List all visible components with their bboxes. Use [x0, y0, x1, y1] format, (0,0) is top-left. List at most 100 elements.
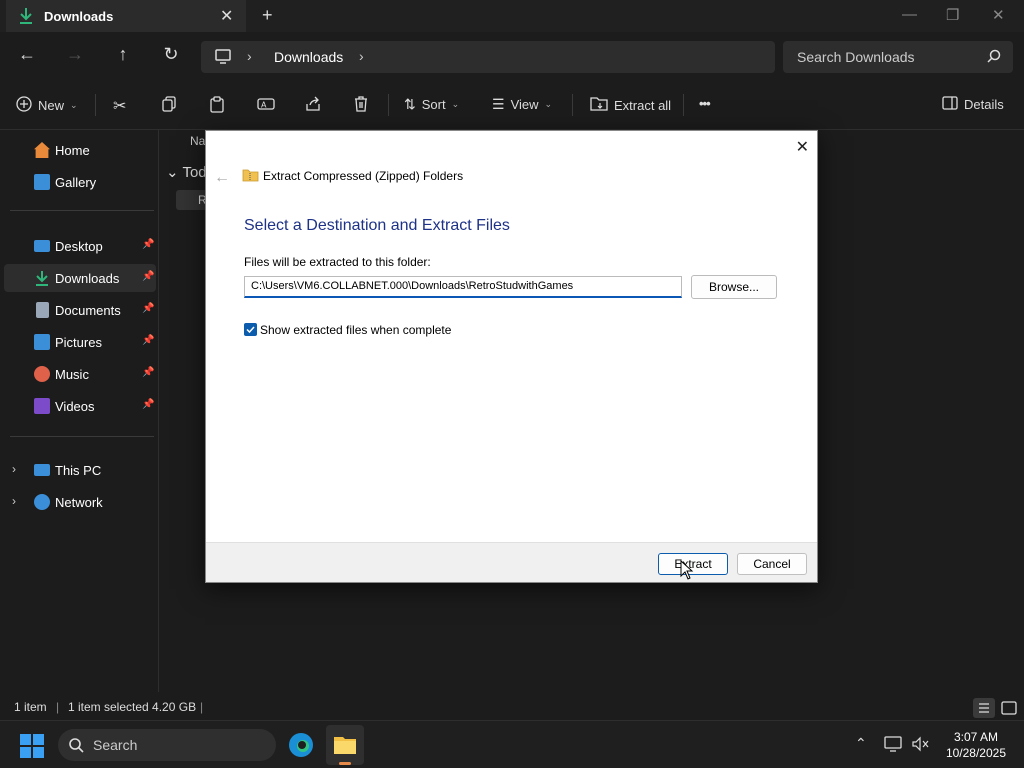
extract-all-button[interactable]: Extract all — [590, 96, 671, 114]
dialog-title: Extract Compressed (Zipped) Folders — [263, 169, 464, 183]
tiles-view-toggle[interactable] — [999, 698, 1019, 718]
sidebar-item-label: Downloads — [55, 271, 120, 286]
clock[interactable]: 3:07 AM 10/28/2025 — [946, 729, 1006, 761]
sidebar-item-label: Home — [55, 143, 90, 158]
sort-icon: ⇅ — [404, 96, 416, 112]
details-button[interactable]: Details — [942, 96, 1004, 113]
breadcrumb-downloads[interactable]: Downloads — [274, 49, 343, 65]
pin-icon: 📌 — [142, 367, 155, 378]
taskbar: Search ⌃ 3:07 AM 10/28/2025 — [0, 720, 1024, 768]
destination-path-input[interactable]: C:\Users\VM6.COLLABNET.000\Downloads\Ret… — [244, 276, 682, 298]
view-button[interactable]: ☰ View ⌄ — [492, 96, 552, 113]
destination-label: Files will be extracted to this folder: — [244, 255, 431, 269]
breadcrumb-separator[interactable]: › — [359, 48, 364, 64]
taskbar-search[interactable]: Search — [58, 729, 276, 761]
divider: | — [56, 700, 60, 714]
search-input[interactable]: Search Downloads — [783, 41, 1013, 73]
up-button[interactable]: ↑ — [111, 44, 135, 65]
chevron-right-icon[interactable]: › — [12, 462, 16, 476]
sidebar-item-videos[interactable]: Videos 📌 — [4, 392, 156, 420]
refresh-button[interactable]: ↻ — [159, 44, 183, 65]
divider: | — [200, 700, 204, 714]
browse-button[interactable]: Browse... — [691, 275, 777, 299]
clock-time: 3:07 AM — [953, 730, 998, 744]
volume-muted-icon[interactable] — [911, 736, 929, 755]
sidebar-item-desktop[interactable]: Desktop 📌 — [4, 232, 156, 260]
copy-icon[interactable] — [161, 96, 177, 112]
command-bar: New ⌄ ✂ A ⇅ Sort ⌄ ☰ View ⌄ Extract all … — [0, 80, 1024, 130]
sidebar-item-music[interactable]: Music 📌 — [4, 360, 156, 388]
download-icon — [18, 7, 34, 28]
details-pane-icon — [942, 96, 958, 113]
sort-button[interactable]: ⇅ Sort ⌄ — [404, 96, 459, 113]
sort-label: Sort — [421, 97, 446, 112]
edge-icon[interactable] — [288, 732, 314, 761]
share-icon[interactable] — [305, 96, 321, 112]
sidebar-item-label: Videos — [55, 399, 95, 414]
clock-date: 10/28/2025 — [945, 746, 1006, 760]
divider — [683, 94, 684, 116]
breadcrumb-separator[interactable]: › — [247, 48, 252, 64]
new-tab-button[interactable]: + — [262, 5, 273, 26]
sidebar-item-label: Gallery — [55, 175, 97, 190]
show-files-label[interactable]: Show extracted files when complete — [260, 323, 451, 337]
paste-icon[interactable] — [209, 96, 225, 113]
sidebar-item-this-pc[interactable]: › This PC — [4, 456, 156, 484]
pin-icon: 📌 — [142, 399, 155, 410]
plus-circle-icon — [16, 96, 32, 115]
chevron-down-icon: ⌄ — [451, 99, 460, 109]
file-explorer-taskbar-button[interactable] — [326, 725, 364, 765]
display-icon[interactable] — [884, 736, 902, 755]
taskbar-search-label: Search — [93, 737, 138, 753]
address-bar[interactable]: › Downloads › — [201, 41, 775, 73]
sidebar-item-gallery[interactable]: Gallery — [4, 168, 156, 196]
cancel-button[interactable]: Cancel — [737, 553, 807, 575]
details-view-toggle[interactable] — [973, 698, 995, 718]
this-pc-icon — [34, 464, 50, 476]
group-header[interactable]: ⌄ Tod — [166, 163, 207, 181]
selection-info: 1 item selected 4.20 GB — [68, 700, 197, 714]
more-options-button[interactable]: ••• — [699, 96, 711, 111]
delete-icon[interactable] — [353, 96, 369, 112]
sidebar-item-label: Pictures — [55, 335, 102, 350]
network-icon — [34, 494, 50, 510]
back-button[interactable]: ← — [15, 44, 39, 65]
divider — [10, 210, 154, 211]
forward-button[interactable]: → — [63, 44, 87, 65]
mouse-cursor-icon — [680, 559, 694, 583]
search-placeholder: Search Downloads — [797, 49, 915, 65]
tab-close-button[interactable]: ✕ — [220, 6, 233, 26]
pin-icon: 📌 — [142, 335, 155, 346]
dialog-heading: Select a Destination and Extract Files — [244, 217, 510, 234]
column-header-name[interactable]: Na — [190, 134, 205, 148]
maximize-button[interactable]: ❐ — [946, 6, 959, 24]
svg-text:A: A — [261, 101, 267, 110]
new-button[interactable]: New ⌄ — [16, 96, 78, 115]
windows-start-icon[interactable] — [20, 734, 44, 761]
sidebar-item-network[interactable]: › Network — [4, 488, 156, 516]
chevron-right-icon[interactable]: › — [12, 494, 16, 508]
rename-icon[interactable]: A — [257, 96, 275, 112]
sidebar-item-pictures[interactable]: Pictures 📌 — [4, 328, 156, 356]
back-arrow-icon[interactable]: ← — [214, 169, 230, 187]
sidebar-item-documents[interactable]: Documents 📌 — [4, 296, 156, 324]
computer-icon — [215, 49, 231, 67]
title-bar: Downloads ✕ + — ❐ ✕ — [0, 0, 1024, 32]
extract-dialog: ✕ ← Extract Compressed (Zipped) Folders … — [205, 130, 818, 583]
sidebar-item-downloads[interactable]: Downloads 📌 — [4, 264, 156, 292]
sidebar-item-home[interactable]: Home — [4, 136, 156, 164]
view-icon: ☰ — [492, 96, 505, 112]
tab-downloads[interactable]: Downloads ✕ — [6, 0, 246, 32]
divider — [10, 436, 154, 437]
details-label: Details — [964, 97, 1004, 112]
close-window-button[interactable]: ✕ — [992, 6, 1005, 24]
tab-title: Downloads — [44, 9, 114, 24]
desktop-icon — [34, 240, 50, 252]
minimize-button[interactable]: — — [902, 6, 917, 23]
dialog-close-button[interactable]: ✕ — [796, 137, 809, 157]
sidebar-item-label: Music — [55, 367, 89, 382]
show-files-checkbox[interactable] — [244, 323, 257, 336]
chevron-down-icon: ⌄ — [70, 100, 78, 110]
chevron-up-icon[interactable]: ⌃ — [855, 735, 867, 752]
cut-icon[interactable]: ✂ — [113, 96, 126, 116]
